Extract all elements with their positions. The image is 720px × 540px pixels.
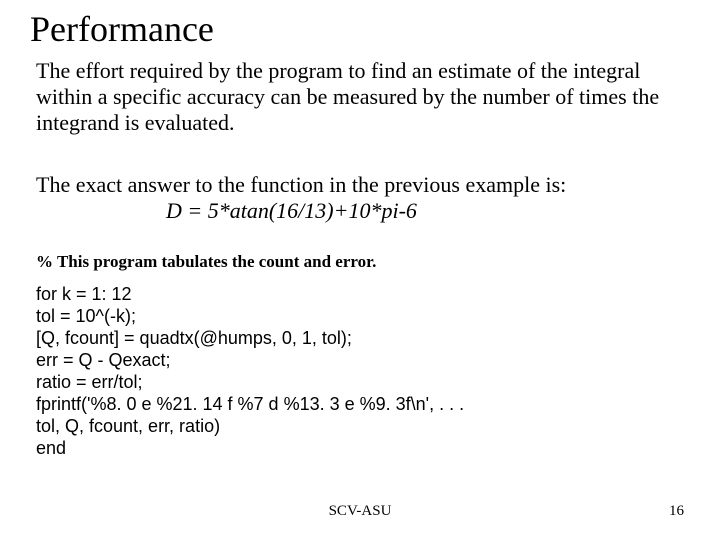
slide-title: Performance (30, 8, 214, 50)
formula: D = 5*atan(16/13)+10*pi-6 (36, 198, 676, 224)
footer-center: SCV-ASU (0, 503, 720, 520)
slide: Performance The effort required by the p… (0, 0, 720, 540)
exact-answer-text: The exact answer to the function in the … (36, 172, 566, 197)
code-comment: % This program tabulates the count and e… (36, 252, 376, 272)
paragraph-effort: The effort required by the program to fi… (36, 58, 676, 136)
paragraph-exact-answer: The exact answer to the function in the … (36, 172, 676, 224)
page-number: 16 (669, 503, 684, 520)
code-block: for k = 1: 12 tol = 10^(-k); [Q, fcount]… (36, 284, 464, 460)
